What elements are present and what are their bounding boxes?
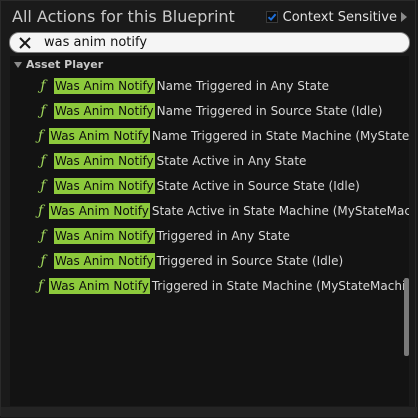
match-highlight: Was Anim Notify: [49, 128, 150, 144]
scrollbar[interactable]: [404, 56, 409, 406]
match-highlight: Was Anim Notify: [54, 228, 155, 244]
action-label: State Active in Any State: [156, 154, 307, 168]
search-box: [9, 32, 410, 53]
action-item[interactable]: ƒ Was Anim Notify Name Triggered in Stat…: [10, 126, 409, 146]
context-sensitive-toggle[interactable]: Context Sensitive: [265, 8, 407, 26]
action-item[interactable]: ƒ Was Anim Notify State Active in Source…: [10, 176, 409, 196]
function-icon: ƒ: [40, 78, 46, 94]
function-icon: ƒ: [40, 178, 46, 194]
match-highlight: Was Anim Notify: [54, 178, 155, 194]
function-icon: ƒ: [40, 103, 46, 119]
action-item[interactable]: ƒ Was Anim Notify State Active in State …: [10, 201, 409, 221]
close-icon: [19, 36, 31, 49]
action-item[interactable]: ƒ Was Anim Notify Triggered in State Mac…: [10, 276, 409, 296]
action-label: Triggered in State Machine (MyStateMachi…: [151, 279, 409, 293]
context-sensitive-checkbox[interactable]: [265, 11, 278, 23]
action-item[interactable]: ƒ Was Anim Notify State Active in Any St…: [10, 151, 409, 171]
action-label: Triggered in Any State: [156, 229, 290, 243]
function-icon: ƒ: [40, 228, 46, 244]
menu-title: All Actions for this Blueprint: [12, 7, 235, 26]
match-highlight: Was Anim Notify: [54, 103, 155, 119]
function-icon: ƒ: [40, 153, 46, 169]
action-item[interactable]: ƒ Was Anim Notify Triggered in Source St…: [10, 251, 409, 271]
search-input[interactable]: [44, 33, 384, 52]
function-icon: ƒ: [38, 203, 44, 219]
match-highlight: Was Anim Notify: [54, 153, 155, 169]
menu-header: All Actions for this Blueprint Context S…: [1, 1, 417, 31]
action-label: State Active in State Machine (MyStateMa…: [151, 204, 409, 218]
match-highlight: Was Anim Notify: [54, 253, 155, 269]
context-sensitive-label: Context Sensitive: [282, 9, 397, 25]
scrollbar-thumb[interactable]: [404, 278, 409, 356]
action-label: Name Triggered in Source State (Idle): [156, 104, 383, 118]
collapse-arrow-icon[interactable]: [14, 61, 22, 68]
action-item[interactable]: ƒ Was Anim Notify Name Triggered in Sour…: [10, 101, 409, 121]
action-tree: Asset Player ƒ Was Anim Notify Name Trig…: [10, 56, 409, 406]
blueprint-action-menu: All Actions for this Blueprint Context S…: [0, 0, 417, 417]
clear-search-button[interactable]: [14, 33, 36, 52]
function-icon: ƒ: [40, 253, 46, 269]
action-item[interactable]: ƒ Was Anim Notify Name Triggered in Any …: [10, 76, 409, 96]
action-label: Name Triggered in Any State: [156, 79, 330, 93]
action-label: Name Triggered in State Machine (MyState…: [151, 129, 409, 143]
expand-arrow-icon[interactable]: [401, 12, 407, 22]
action-label: State Active in Source State (Idle): [156, 179, 360, 193]
checkmark-icon: [267, 13, 277, 22]
function-icon: ƒ: [38, 278, 44, 294]
action-item[interactable]: ƒ Was Anim Notify Triggered in Any State: [10, 226, 409, 246]
menu-footer: [1, 407, 417, 417]
function-icon: ƒ: [38, 128, 44, 144]
category-asset-player[interactable]: Asset Player: [10, 56, 409, 73]
match-highlight: Was Anim Notify: [54, 78, 155, 94]
match-highlight: Was Anim Notify: [49, 203, 150, 219]
category-label: Asset Player: [26, 58, 104, 71]
action-label: Triggered in Source State (Idle): [156, 254, 344, 268]
match-highlight: Was Anim Notify: [49, 278, 150, 294]
